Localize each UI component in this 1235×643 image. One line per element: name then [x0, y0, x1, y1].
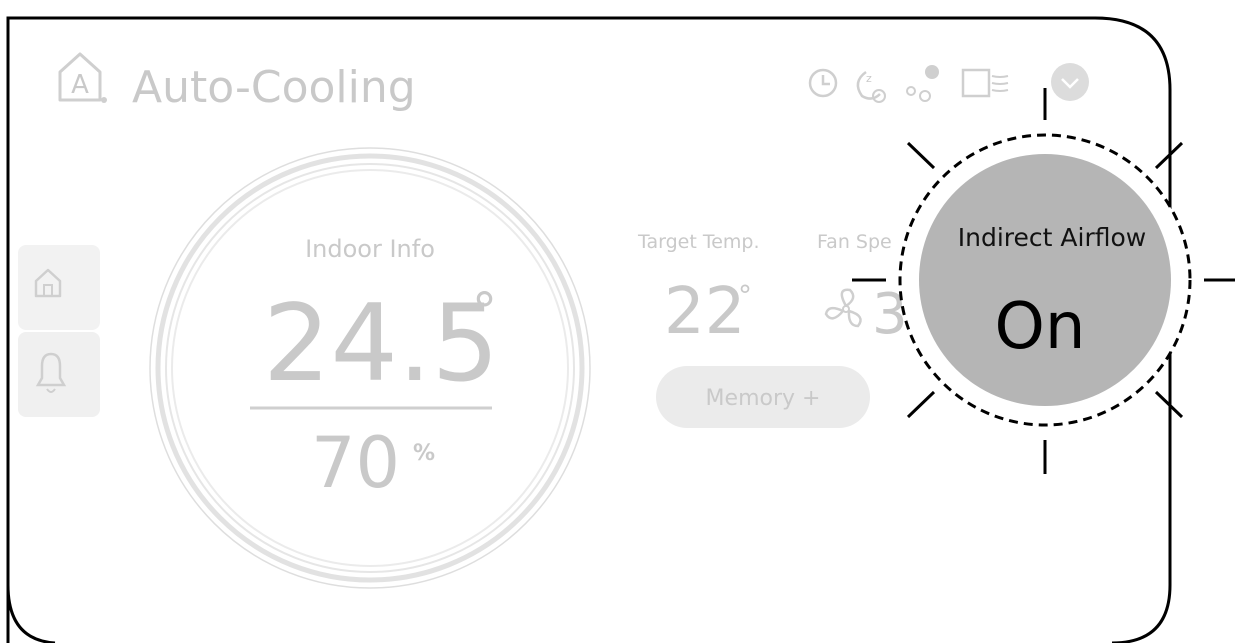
chevron-down-icon[interactable] [1051, 63, 1089, 101]
mode-auto-icon: A [58, 52, 107, 103]
target-temp-value[interactable]: 22 [664, 275, 745, 349]
memory-plus-button[interactable]: Memory + [656, 366, 870, 428]
indirect-airflow-toggle[interactable] [919, 154, 1171, 406]
indoor-info-label: Indoor Info [305, 235, 435, 263]
timer-icon[interactable] [808, 68, 838, 98]
memory-plus-label: Memory + [706, 386, 821, 411]
energy-settings-icon[interactable] [906, 65, 939, 102]
side-tab-home[interactable] [18, 245, 100, 330]
indoor-temperature: 24.5 [263, 282, 499, 405]
fan-speed-label: Fan Spe [817, 231, 892, 253]
air-filter-icon[interactable] [961, 68, 1009, 98]
indoor-humidity: 70 [311, 422, 400, 504]
target-temp-unit: ° [738, 279, 752, 312]
svg-text:z: z [866, 72, 872, 85]
side-tab-notifications[interactable] [18, 332, 100, 417]
indirect-airflow-title: Indirect Airflow [958, 223, 1146, 252]
sleep-timer-icon[interactable]: z [856, 70, 886, 103]
mode-title: Auto-Cooling [132, 62, 416, 113]
indirect-airflow-callout: Indirect Airflow On [852, 88, 1235, 474]
indoor-humidity-unit: % [413, 441, 435, 466]
device-screen: A Auto-Cooling z Indoor Info 24.5 ° 70 %… [6, 16, 1235, 643]
fan-icon [824, 288, 862, 328]
mode-badge-letter: A [71, 70, 89, 100]
indirect-airflow-state: On [995, 290, 1086, 364]
target-temp-label: Target Temp. [637, 231, 760, 253]
device-frame-corner [6, 584, 56, 643]
indoor-temperature-unit: ° [472, 282, 497, 340]
